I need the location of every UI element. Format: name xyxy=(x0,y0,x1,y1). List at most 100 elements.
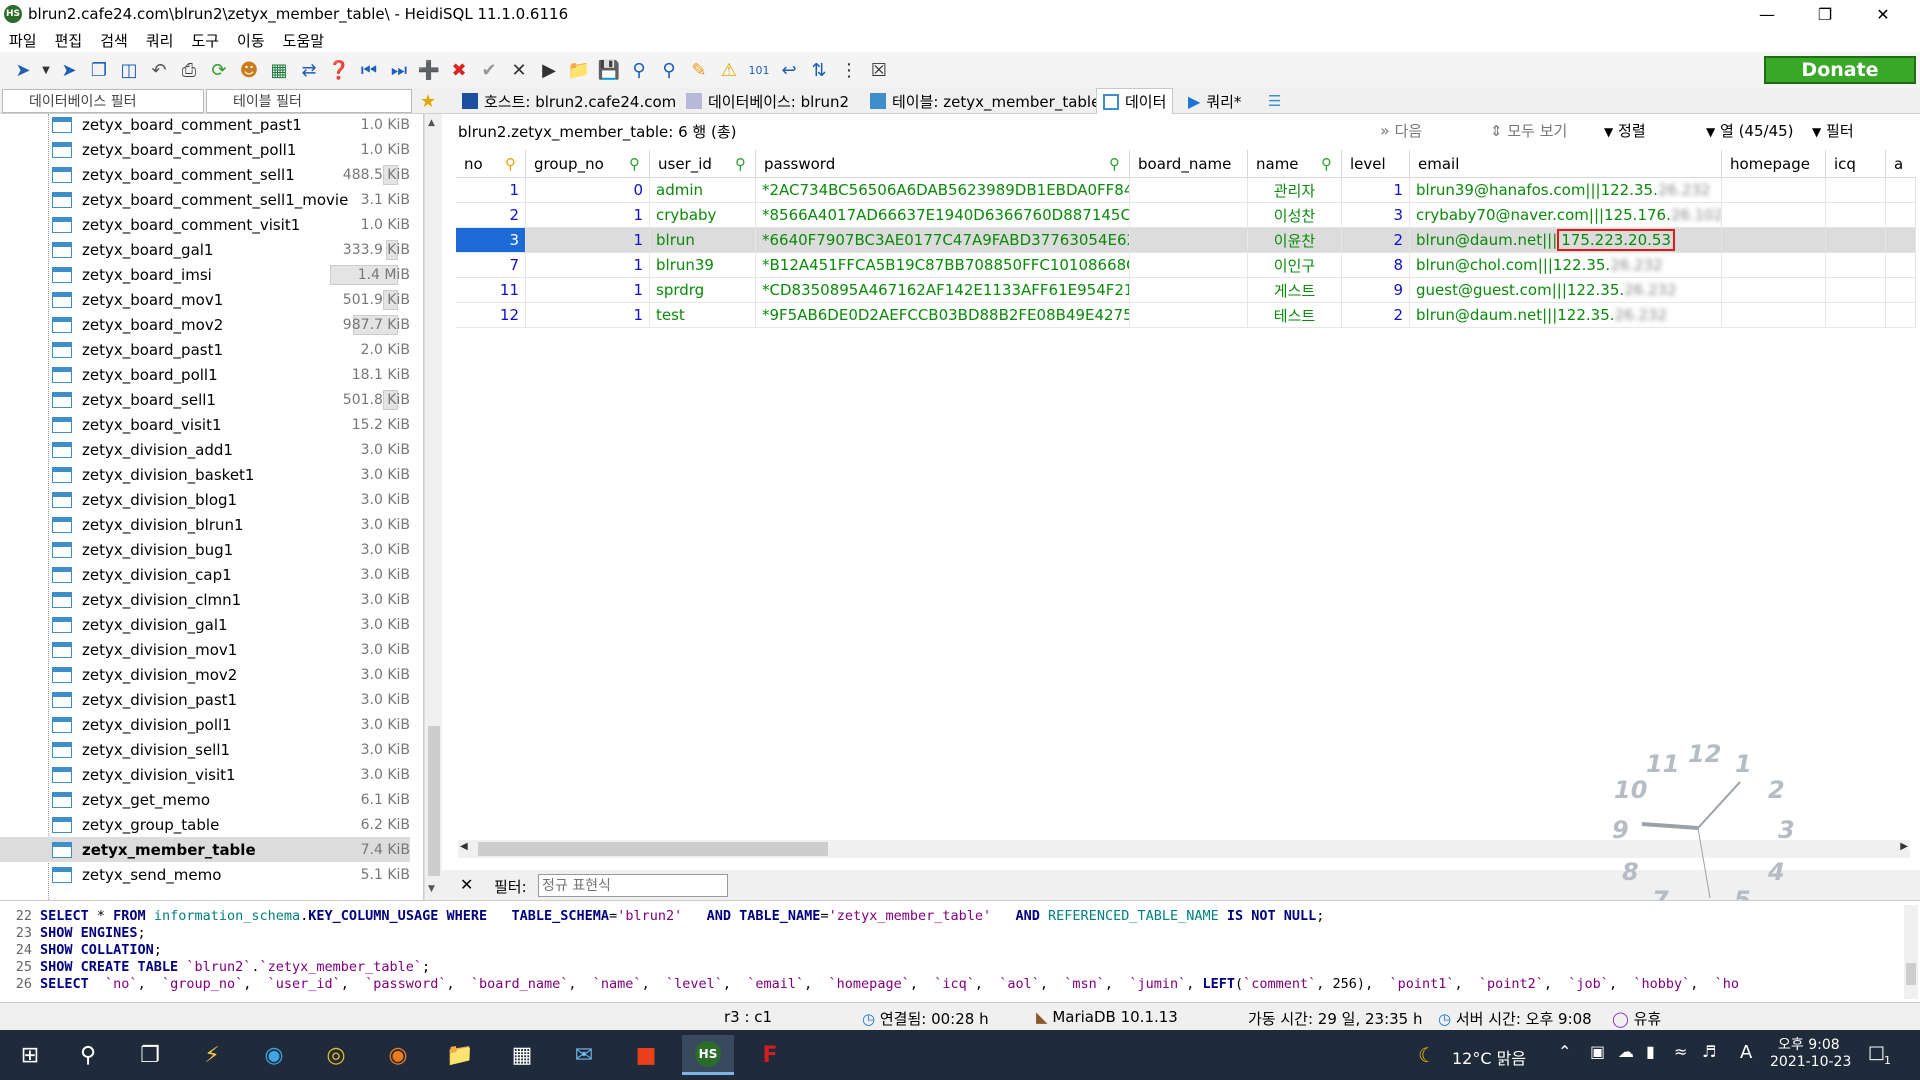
app-tool-icon[interactable]: ⚡ xyxy=(186,1035,238,1075)
clear-icon[interactable]: ✎ xyxy=(686,57,712,83)
cell-empty[interactable] xyxy=(1886,178,1916,203)
column-header-email[interactable]: email xyxy=(1410,150,1722,178)
undo-icon[interactable]: ↶ xyxy=(146,57,172,83)
binary-icon[interactable]: 101 xyxy=(746,57,772,83)
chrome-icon[interactable]: ◎ xyxy=(310,1035,362,1075)
tree-item-table[interactable]: zetyx_division_add1 3.0 KiB xyxy=(0,437,410,462)
cell-no[interactable]: 7 xyxy=(456,253,526,278)
cell-name[interactable]: 관리자 xyxy=(1248,178,1342,203)
ime-indicator[interactable]: A xyxy=(1740,1042,1752,1063)
column-header-group_no[interactable]: group_no ⚲ xyxy=(526,150,650,178)
menu-query[interactable]: 쿼리 xyxy=(137,30,183,51)
cell-group-no[interactable]: 1 xyxy=(526,203,650,228)
tab-query[interactable]: ▶ 쿼리* xyxy=(1182,88,1247,114)
tree-item-table[interactable]: zetyx_board_sell1 501.8 KiB xyxy=(0,387,410,412)
cell-level[interactable]: 3 xyxy=(1342,203,1410,228)
cell-name[interactable]: 테스트 xyxy=(1248,303,1342,328)
table-row[interactable]: 7 1 blrun39 *B12A451FFCA5B19C87BB708850FFC1… xyxy=(456,253,1916,278)
table-row[interactable]: 11 1 sprdrg *CD8350895A467162AF142E1133AFF6… xyxy=(456,278,1916,303)
cell-empty[interactable] xyxy=(1886,278,1916,303)
cell-no[interactable]: 2 xyxy=(456,203,526,228)
cell-name[interactable]: 게스트 xyxy=(1248,278,1342,303)
cell-email[interactable]: crybaby70@naver.com|||125.176. 26.102 xyxy=(1410,203,1722,228)
cell-empty[interactable] xyxy=(1130,228,1248,253)
cell-empty[interactable] xyxy=(1826,178,1886,203)
scroll-up-icon[interactable]: ▲ xyxy=(428,118,435,128)
table-row[interactable]: 12 1 test *9F5AB6DE0D2AEFCCB03BD88B2FE08B49… xyxy=(456,303,1916,328)
tree-item-table[interactable]: zetyx_division_blog1 3.0 KiB xyxy=(0,487,410,512)
cell-no[interactable]: 1 xyxy=(456,178,526,203)
tree-item-table[interactable]: zetyx_division_mov2 3.0 KiB xyxy=(0,662,410,687)
tree-item-table[interactable]: zetyx_board_comment_sell1 488.5 KiB xyxy=(0,162,410,187)
tab-database[interactable]: 데이터베이스: blrun2 xyxy=(680,88,855,114)
tree-item-table[interactable]: zetyx_board_mov1 501.9 KiB xyxy=(0,287,410,312)
favorite-star-icon[interactable]: ★ xyxy=(414,88,442,114)
edge-icon[interactable]: ◉ xyxy=(248,1035,300,1075)
cell-email[interactable]: blrun@daum.net||| 175.223.20.53 xyxy=(1410,228,1722,253)
cell-empty[interactable] xyxy=(1826,278,1886,303)
sort-button[interactable]: ▼ 정렬 xyxy=(1604,120,1646,141)
notification-icon[interactable]: □ xyxy=(1868,1042,1885,1063)
cell-email[interactable]: blrun@chol.com|||122.35. 26.232 xyxy=(1410,253,1722,278)
cell-empty[interactable] xyxy=(1130,278,1248,303)
sync-icon[interactable]: ⇅ xyxy=(806,57,832,83)
tree-item-table[interactable]: zetyx_division_poll1 3.0 KiB xyxy=(0,712,410,737)
disconnect-icon[interactable]: ➤ xyxy=(56,57,82,83)
save-icon[interactable]: 💾 xyxy=(596,57,622,83)
close-window-button[interactable]: ✕ xyxy=(1854,0,1912,28)
cell-empty[interactable] xyxy=(1886,228,1916,253)
tab-table[interactable]: 테이블: zetyx_member_table xyxy=(864,88,1106,114)
paste-icon[interactable]: ◫ xyxy=(116,57,142,83)
database-filter-input[interactable]: 데이터베이스 필터 xyxy=(2,89,204,113)
cell-user-id[interactable]: test xyxy=(650,303,756,328)
cell-user-id[interactable]: blrun xyxy=(650,228,756,253)
cell-empty[interactable] xyxy=(1722,203,1826,228)
cell-password[interactable]: *B12A451FFCA5B19C87BB708850FFC10108668C.… xyxy=(756,253,1130,278)
tree-item-table[interactable]: zetyx_member_table 7.4 KiB xyxy=(0,837,410,862)
mail-icon[interactable]: ✉ xyxy=(558,1035,610,1075)
cell-user-id[interactable]: admin xyxy=(650,178,756,203)
column-header-aol[interactable]: a xyxy=(1886,150,1916,178)
users-icon[interactable]: ☻ xyxy=(236,57,262,83)
refresh-icon[interactable]: ⟳ xyxy=(206,57,232,83)
tree-item-table[interactable]: zetyx_division_gal1 3.0 KiB xyxy=(0,612,410,637)
cell-group-no[interactable]: 1 xyxy=(526,278,650,303)
tree-item-table[interactable]: zetyx_division_past1 3.0 KiB xyxy=(0,687,410,712)
dropdown-arrow-icon[interactable]: ▼ xyxy=(40,57,52,83)
sql-log[interactable]: 22 SELECT * FROM information_schema.KEY_C… xyxy=(0,900,1920,1002)
cell-name[interactable]: 이윤찬 xyxy=(1248,228,1342,253)
cell-email[interactable]: guest@guest.com|||122.35. 26.232 xyxy=(1410,278,1722,303)
cell-level[interactable]: 1 xyxy=(1342,178,1410,203)
cell-email[interactable]: blrun39@hanafos.com|||122.35. 26.232 xyxy=(1410,178,1722,203)
cancel-icon[interactable]: ✕ xyxy=(506,57,532,83)
cell-empty[interactable] xyxy=(1886,253,1916,278)
tree-scroll-thumb[interactable] xyxy=(428,726,440,876)
export-icon[interactable]: ▦ xyxy=(266,57,292,83)
cell-level[interactable]: 8 xyxy=(1342,253,1410,278)
taskbar-time[interactable]: 오후 9:08 xyxy=(1778,1034,1840,1054)
delete-record-icon[interactable]: ✖ xyxy=(446,57,472,83)
tree-item-table[interactable]: zetyx_board_gal1 333.9 KiB xyxy=(0,237,410,262)
tree-item-table[interactable]: zetyx_board_comment_past1 1.0 KiB xyxy=(0,114,410,137)
tree-item-table[interactable]: zetyx_send_memo 5.1 KiB xyxy=(0,862,410,887)
warning-icon[interactable]: ⚠ xyxy=(716,57,742,83)
print-icon[interactable]: ⎙ xyxy=(176,57,202,83)
table-row[interactable]: 1 0 admin *2AC734BC56506A6DAB5623989DB1EBDA… xyxy=(456,178,1916,203)
more-icon[interactable]: ⋮ xyxy=(836,57,862,83)
tray-device-icon[interactable]: ▣ xyxy=(1590,1042,1605,1061)
cell-password[interactable]: *CD8350895A467162AF142E1133AFF61E954F216… xyxy=(756,278,1130,303)
cell-empty[interactable] xyxy=(1130,303,1248,328)
table-row[interactable]: 2 1 crybaby *8566A4017AD66637E1940D6366760D… xyxy=(456,203,1916,228)
battery-icon[interactable]: ▮ xyxy=(1646,1042,1655,1061)
tab-data[interactable]: 데이터 xyxy=(1096,88,1174,114)
cell-password[interactable]: *9F5AB6DE0D2AEFCCB03BD88B2FE08B49E42759.… xyxy=(756,303,1130,328)
tree-item-table[interactable]: zetyx_division_sell1 3.0 KiB xyxy=(0,737,410,762)
tree-item-table[interactable]: zetyx_board_comment_visit1 1.0 KiB xyxy=(0,212,410,237)
tree-item-table[interactable]: zetyx_board_visit1 15.2 KiB xyxy=(0,412,410,437)
copy-icon[interactable]: ❐ xyxy=(86,57,112,83)
tree-item-table[interactable]: zetyx_board_imsi 1.4 MiB xyxy=(0,262,410,287)
new-query-tab-icon[interactable]: ☰ xyxy=(1262,88,1287,114)
column-header-board_name[interactable]: board_name xyxy=(1130,150,1248,178)
column-header-name[interactable]: name ⚲ xyxy=(1248,150,1342,178)
regex-filter-input[interactable] xyxy=(538,874,728,897)
